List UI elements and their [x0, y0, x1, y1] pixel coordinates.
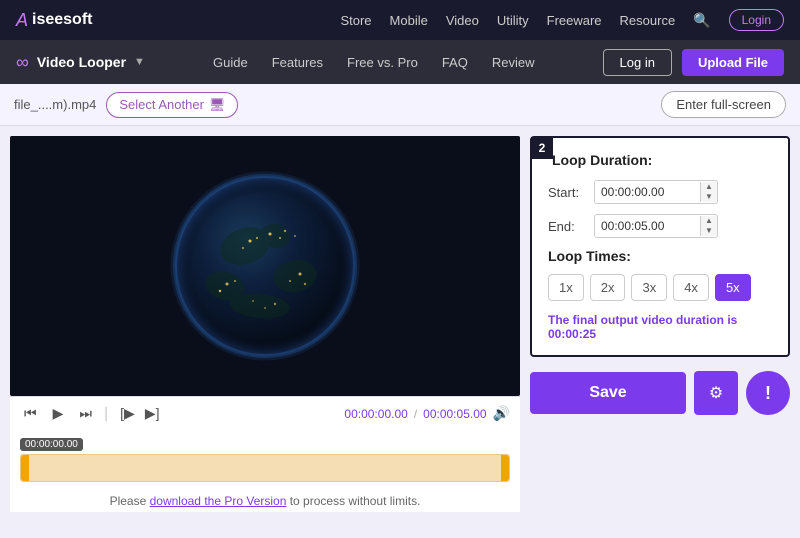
- volume-icon[interactable]: 🔊: [493, 405, 510, 422]
- nav-resource[interactable]: Resource: [620, 13, 676, 28]
- nav-store[interactable]: Store: [340, 13, 371, 28]
- save-settings-button[interactable]: ⚙: [694, 371, 738, 415]
- second-nav-links: Guide Features Free vs. Pro FAQ Review: [213, 55, 534, 70]
- skip-forward-button[interactable]: ⏭: [75, 403, 96, 424]
- time-volume-group: 00:00:00.00 / 00:00:05.00 🔊: [344, 405, 510, 422]
- loop-2x-button[interactable]: 2x: [590, 274, 626, 301]
- loop-5x-button[interactable]: 5x: [715, 274, 751, 301]
- video-panel: ⏮ ▶ ⏭ | [▶ ▶] 00:00:00.00 / 00:00:05.00 …: [10, 136, 520, 528]
- gear-icon: ⚙: [709, 383, 723, 403]
- save-info-button[interactable]: !: [746, 371, 790, 415]
- dropdown-icon[interactable]: ▼: [134, 56, 145, 68]
- start-decrement[interactable]: ▼: [701, 192, 717, 202]
- video-controls-bar: ⏮ ▶ ⏭ | [▶ ▶] 00:00:00.00 / 00:00:05.00 …: [10, 396, 520, 430]
- current-time: 00:00:00.00: [344, 407, 407, 421]
- timeline-right-thumb[interactable]: [501, 455, 509, 481]
- loop-duration-label: Loop Duration:: [548, 152, 772, 168]
- search-icon[interactable]: 🔍: [693, 12, 710, 29]
- info-icon: !: [765, 383, 771, 404]
- playback-controls: ⏮ ▶ ⏭ | [▶ ▶]: [20, 403, 163, 424]
- time-separator: /: [414, 407, 417, 421]
- total-time: 00:00:05.00: [423, 407, 486, 421]
- pro-notice: Please download the Pro Version to proce…: [10, 490, 520, 512]
- nav-freevspro[interactable]: Free vs. Pro: [347, 55, 418, 70]
- skip-back-button[interactable]: ⏮: [20, 403, 41, 424]
- top-nav-links: Store Mobile Video Utility Freeware Reso…: [340, 9, 784, 31]
- save-row: Save ⚙ !: [530, 371, 790, 415]
- output-duration-value: 00:00:25: [548, 327, 596, 341]
- login-button[interactable]: Log in: [603, 49, 672, 76]
- divider-1: |: [104, 405, 108, 423]
- end-time-row: End: ▲ ▼: [548, 214, 772, 238]
- second-nav-right: Log in Upload File: [603, 49, 784, 76]
- nav-utility[interactable]: Utility: [497, 13, 529, 28]
- nav-freeware[interactable]: Freeware: [547, 13, 602, 28]
- start-time-row: Start: ▲ ▼: [548, 180, 772, 204]
- logo-icon: A: [16, 10, 28, 31]
- start-increment[interactable]: ▲: [701, 182, 717, 192]
- select-another-button[interactable]: Select Another 🖥: [106, 92, 238, 118]
- logo-text: iseesoft: [32, 11, 92, 29]
- file-name: file_....m).mp4: [14, 97, 96, 112]
- right-panel: 2 Loop Duration: Start: ▲ ▼ End:: [530, 136, 790, 528]
- toolbar: file_....m).mp4 Select Another 🖥 Enter f…: [0, 84, 800, 126]
- monitor-icon: 🖥: [209, 97, 226, 113]
- output-duration-text: The final output video duration is 00:00…: [548, 313, 772, 341]
- nav-video[interactable]: Video: [446, 13, 479, 28]
- toolbar-left: file_....m).mp4 Select Another 🖥: [14, 92, 238, 118]
- upload-file-button[interactable]: Upload File: [682, 49, 784, 76]
- end-decrement[interactable]: ▼: [701, 226, 717, 236]
- loop-1x-button[interactable]: 1x: [548, 274, 584, 301]
- logo: A iseesoft: [16, 10, 92, 31]
- start-time-input-wrap: ▲ ▼: [594, 180, 718, 204]
- select-another-label: Select Another: [119, 97, 204, 112]
- nav-review[interactable]: Review: [492, 55, 535, 70]
- fullscreen-button[interactable]: Enter full-screen: [661, 91, 786, 118]
- earth-visual: [10, 136, 520, 396]
- earth-svg: [165, 166, 365, 366]
- top-login-button[interactable]: Login: [729, 9, 784, 31]
- timeline-area: 00:00:00.00: [10, 430, 520, 490]
- nav-faq[interactable]: FAQ: [442, 55, 468, 70]
- output-text-before: The final output video duration is: [548, 313, 737, 327]
- start-spinners: ▲ ▼: [700, 182, 717, 202]
- end-label: End:: [548, 219, 584, 234]
- end-spinners: ▲ ▼: [700, 216, 717, 236]
- tool-title: Video Looper: [37, 54, 126, 70]
- play-button[interactable]: ▶: [49, 403, 68, 424]
- second-navigation: ∞ Video Looper ▼ Guide Features Free vs.…: [0, 40, 800, 84]
- loop-times-label: Loop Times:: [548, 248, 772, 264]
- save-button[interactable]: Save: [530, 372, 686, 414]
- bracket-controls: [▶ ▶]: [116, 403, 163, 424]
- nav-mobile[interactable]: Mobile: [390, 13, 428, 28]
- pro-notice-text-after: to process without limits.: [286, 494, 420, 508]
- loop-settings-box: 2 Loop Duration: Start: ▲ ▼ End:: [530, 136, 790, 357]
- loop-times-buttons: 1x 2x 3x 4x 5x: [548, 274, 772, 301]
- main-content: ⏮ ▶ ⏭ | [▶ ▶] 00:00:00.00 / 00:00:05.00 …: [0, 126, 800, 538]
- nav-features[interactable]: Features: [272, 55, 323, 70]
- loop-icon: ∞: [16, 52, 29, 73]
- timeline-bar[interactable]: [20, 454, 510, 482]
- mark-out-button[interactable]: ▶]: [141, 403, 164, 424]
- end-time-input[interactable]: [595, 215, 700, 237]
- top-navigation: A iseesoft Store Mobile Video Utility Fr…: [0, 0, 800, 40]
- mark-in-button[interactable]: [▶: [116, 403, 139, 424]
- start-time-input[interactable]: [595, 181, 700, 203]
- start-label: Start:: [548, 185, 584, 200]
- timeline-time-indicator: 00:00:00.00: [20, 438, 83, 451]
- second-nav-left: ∞ Video Looper ▼: [16, 52, 145, 73]
- loop-3x-button[interactable]: 3x: [631, 274, 667, 301]
- box-number: 2: [531, 137, 553, 159]
- end-time-input-wrap: ▲ ▼: [594, 214, 718, 238]
- loop-4x-button[interactable]: 4x: [673, 274, 709, 301]
- video-container: [10, 136, 520, 396]
- end-increment[interactable]: ▲: [701, 216, 717, 226]
- timeline-left-thumb[interactable]: [21, 455, 29, 481]
- nav-guide[interactable]: Guide: [213, 55, 248, 70]
- pro-notice-text-before: Please: [110, 494, 150, 508]
- pro-version-link[interactable]: download the Pro Version: [150, 494, 287, 508]
